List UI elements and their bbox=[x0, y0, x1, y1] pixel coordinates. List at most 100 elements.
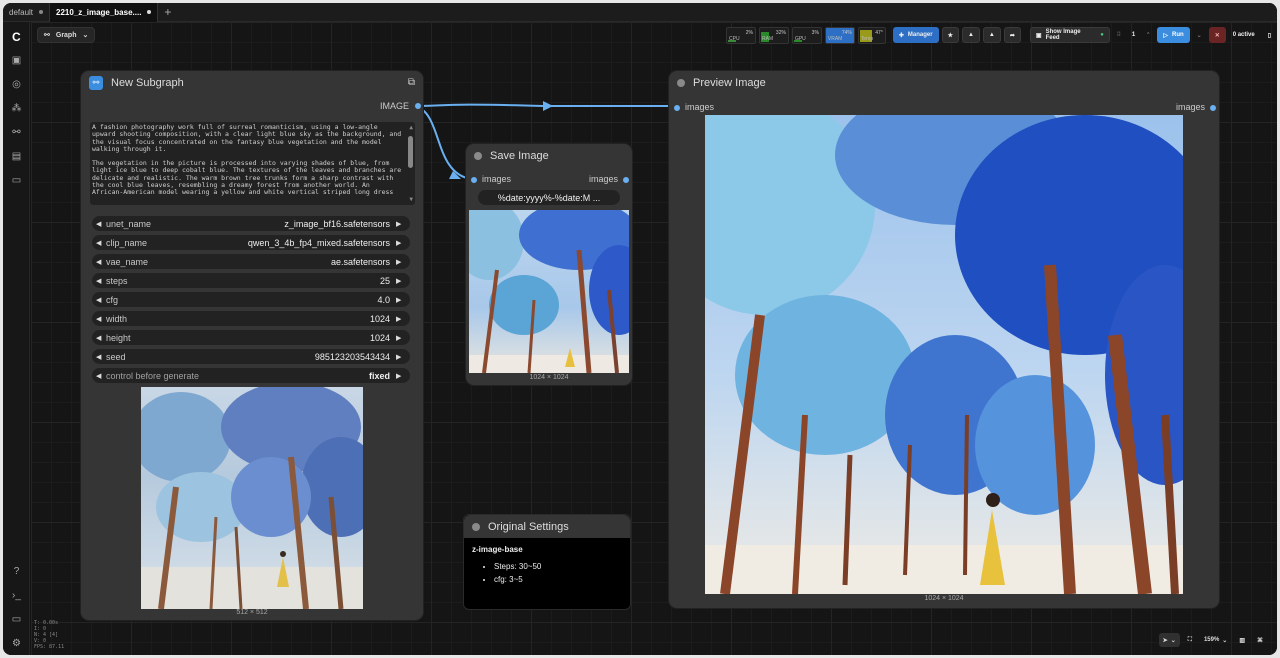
star-button[interactable]: ★ bbox=[941, 27, 959, 43]
help-icon[interactable]: ? bbox=[11, 566, 22, 577]
link-icon: ⌘ bbox=[1257, 637, 1263, 644]
decrement-arrow-icon[interactable]: ◀ bbox=[96, 353, 106, 361]
images-icon[interactable]: ▣ bbox=[11, 55, 22, 66]
collapse-dot-icon[interactable] bbox=[677, 79, 685, 87]
minimap-button[interactable]: ▥ bbox=[1235, 633, 1249, 647]
increment-arrow-icon[interactable]: ▶ bbox=[396, 277, 406, 285]
increment-arrow-icon[interactable]: ▶ bbox=[396, 239, 406, 247]
nodes-icon[interactable]: ⁂ bbox=[11, 103, 22, 114]
node-title-bar[interactable]: Preview Image bbox=[669, 71, 1219, 95]
output-port[interactable] bbox=[415, 103, 421, 109]
collapse-dot-icon[interactable] bbox=[472, 522, 480, 531]
link-visibility-button[interactable]: ⌘ bbox=[1253, 633, 1267, 647]
note-body[interactable]: z-image-base Steps: 30~50 cfg: 3~5 bbox=[464, 538, 630, 595]
terminal-icon[interactable]: ›_ bbox=[11, 590, 22, 601]
scroll-down-icon[interactable]: ▼ bbox=[409, 196, 413, 203]
triangle-alt-icon: ▲ bbox=[988, 32, 995, 38]
alert-button[interactable]: ▲ bbox=[982, 27, 1001, 43]
add-tab-button[interactable]: + bbox=[158, 5, 177, 19]
queue-icon[interactable]: ▭ bbox=[11, 175, 22, 186]
settings-gear-icon[interactable]: ⚙ bbox=[11, 638, 22, 649]
input-port[interactable] bbox=[674, 105, 680, 111]
collapse-dot-icon[interactable] bbox=[474, 152, 482, 160]
increment-arrow-icon[interactable]: ▶ bbox=[396, 372, 406, 380]
enter-subgraph-icon[interactable]: ⧉ bbox=[408, 77, 415, 88]
toggle-panel-button[interactable]: ▯ bbox=[1262, 27, 1277, 43]
widget-control-before-generate[interactable]: ◀ control before generate fixed ▶ bbox=[92, 368, 410, 383]
comfy-logo-icon[interactable]: C bbox=[12, 30, 21, 44]
widget-width[interactable]: ◀ width 1024 ▶ bbox=[92, 311, 410, 326]
increment-arrow-icon[interactable]: ▶ bbox=[396, 353, 406, 361]
manager-button[interactable]: ✚ Manager bbox=[892, 27, 939, 43]
decrement-arrow-icon[interactable]: ◀ bbox=[96, 277, 106, 285]
decrement-arrow-icon[interactable]: ◀ bbox=[96, 239, 106, 247]
widget-cfg[interactable]: ◀ cfg 4.0 ▶ bbox=[92, 292, 410, 307]
widget-height[interactable]: ◀ height 1024 ▶ bbox=[92, 330, 410, 345]
widget-vae-name[interactable]: ◀ vae_name ae.safetensors ▶ bbox=[92, 254, 410, 269]
tab-workflow[interactable]: 2210_z_image_base.... bbox=[49, 3, 159, 22]
active-count[interactable]: 0 active bbox=[1229, 32, 1259, 38]
zoom-control[interactable]: 159% ⌄ bbox=[1200, 633, 1231, 647]
gpu-pct: 3% bbox=[811, 29, 819, 36]
widget-steps[interactable]: ◀ steps 25 ▶ bbox=[92, 273, 410, 288]
output-port[interactable] bbox=[1210, 105, 1216, 111]
widget-value: 1024 bbox=[369, 313, 390, 324]
fit-view-button[interactable]: ⛶ bbox=[1184, 633, 1196, 647]
tab-default[interactable]: default bbox=[3, 3, 49, 22]
node-title-bar[interactable]: Save Image bbox=[466, 144, 632, 168]
increment-arrow-icon[interactable]: ▶ bbox=[396, 315, 406, 323]
cancel-run-button[interactable]: ✕ bbox=[1208, 27, 1226, 43]
share-button[interactable]: ➦ bbox=[1003, 27, 1021, 43]
queue-count-input[interactable]: 1 bbox=[1128, 32, 1139, 38]
decrement-arrow-icon[interactable]: ◀ bbox=[96, 334, 106, 342]
workflows-icon[interactable]: ⚯ bbox=[11, 127, 22, 138]
input-port[interactable] bbox=[471, 177, 477, 183]
save-image-node[interactable]: Save Image images images %date:yyyy%-%da… bbox=[466, 144, 632, 385]
show-image-feed-button[interactable]: ▣ Show Image Feed ● bbox=[1029, 27, 1110, 43]
decrement-arrow-icon[interactable]: ◀ bbox=[96, 258, 106, 266]
graph-breadcrumb-button[interactable]: ⚯ Graph ⌄ bbox=[37, 27, 96, 43]
scrollbar-thumb[interactable] bbox=[408, 136, 413, 168]
original-settings-note[interactable]: Original Settings z-image-base Steps: 30… bbox=[463, 514, 631, 610]
increment-arrow-icon[interactable]: ▶ bbox=[396, 220, 406, 228]
run-button[interactable]: ▷ Run bbox=[1157, 27, 1190, 43]
prompt-textarea[interactable]: A fashion photography work full of surre… bbox=[90, 122, 415, 205]
run-options-chevron-icon[interactable]: ⌄ bbox=[1193, 32, 1206, 39]
decrement-arrow-icon[interactable]: ◀ bbox=[96, 296, 106, 304]
forest-illustration bbox=[469, 210, 629, 373]
warning-button[interactable]: ▲ bbox=[961, 27, 980, 43]
temp-meter: 47° Temp bbox=[857, 26, 886, 44]
subgraph-node[interactable]: ⚯ New Subgraph ⧉ IMAGE A fashion photogr… bbox=[81, 71, 423, 620]
node-title-bar[interactable]: ⚯ New Subgraph bbox=[81, 71, 423, 95]
models-icon[interactable]: ◎ bbox=[11, 79, 22, 90]
tab-close-icon[interactable] bbox=[39, 10, 44, 14]
templates-icon[interactable]: ▤ bbox=[11, 151, 22, 162]
prompt-paragraph: A fashion photography work full of surre… bbox=[92, 123, 402, 153]
vram-meter: 74% VRAM bbox=[824, 26, 855, 44]
increment-arrow-icon[interactable]: ▶ bbox=[396, 334, 406, 342]
chevron-down-icon: ⌄ bbox=[1170, 637, 1176, 644]
widget-clip-name[interactable]: ◀ clip_name qwen_3_4b_fp4_mixed.safetens… bbox=[92, 235, 410, 250]
decrement-arrow-icon[interactable]: ◀ bbox=[96, 315, 106, 323]
increment-arrow-icon[interactable]: ▶ bbox=[396, 296, 406, 304]
bottom-panel-icon[interactable]: ▭ bbox=[11, 614, 22, 625]
node-title-bar[interactable]: Original Settings bbox=[464, 515, 630, 538]
widget-seed[interactable]: ◀ seed 985123203543434 ▶ bbox=[92, 349, 410, 364]
filename-prefix-input[interactable]: %date:yyyy%-%date:M ... bbox=[478, 190, 620, 205]
queue-stepper-icon[interactable]: ⌃ bbox=[1142, 32, 1154, 38]
decrement-arrow-icon[interactable]: ◀ bbox=[96, 220, 106, 228]
stat-line: FPS: 87.11 bbox=[34, 644, 65, 650]
puzzle-icon: ✚ bbox=[898, 32, 904, 39]
decrement-arrow-icon[interactable]: ◀ bbox=[96, 372, 106, 380]
tab-close-icon[interactable] bbox=[147, 10, 152, 14]
widget-unet-name[interactable]: ◀ unet_name z_image_bf16.safetensors ▶ bbox=[92, 216, 410, 231]
drag-handle-icon[interactable]: ⁞⁞ bbox=[1113, 32, 1125, 38]
node-title: New Subgraph bbox=[111, 77, 184, 89]
perf-stats: T: 0.00s I: 0 N: 4 [4] V: 0 FPS: 87.11 bbox=[34, 620, 64, 650]
output-port[interactable] bbox=[623, 177, 629, 183]
gpu-meter: 3% GPU bbox=[791, 26, 822, 44]
increment-arrow-icon[interactable]: ▶ bbox=[396, 258, 406, 266]
select-mode-button[interactable]: ➤ ⌄ bbox=[1158, 633, 1180, 647]
preview-image-node[interactable]: Preview Image images images 1024 × 1024 bbox=[669, 71, 1219, 608]
scroll-up-icon[interactable]: ▲ bbox=[409, 124, 413, 131]
